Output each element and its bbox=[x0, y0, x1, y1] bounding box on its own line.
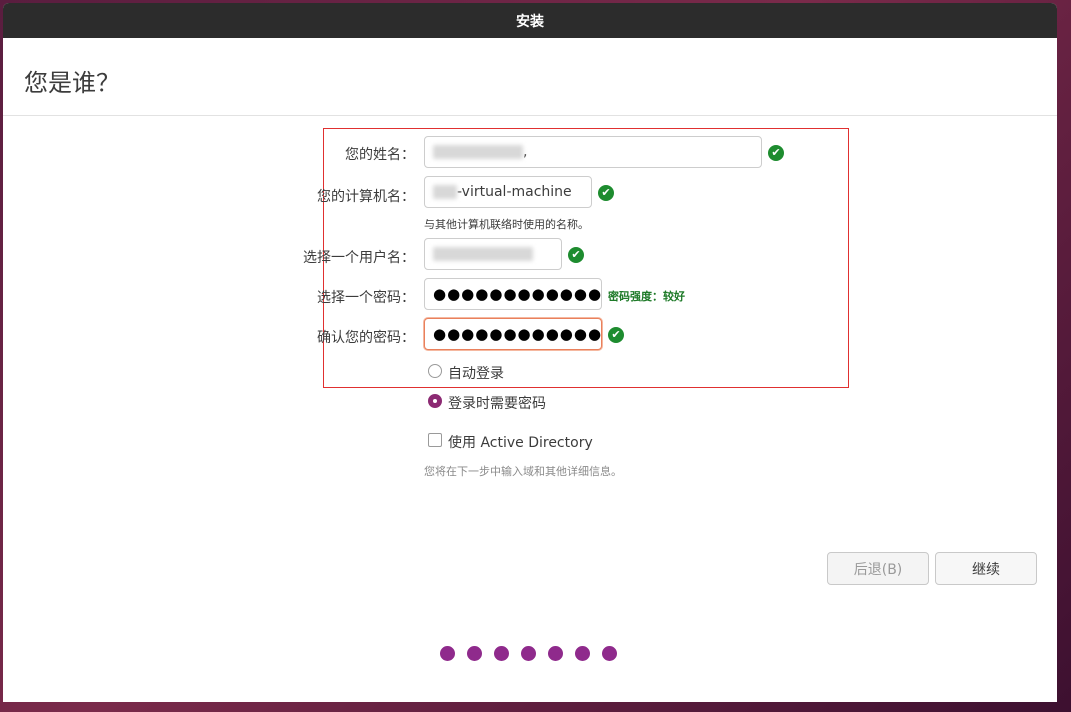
progress-dot bbox=[521, 646, 536, 661]
page-title: 您是谁？ bbox=[24, 69, 120, 97]
window-title: 安装 bbox=[516, 13, 544, 30]
active-directory-label[interactable]: 使用 Active Directory bbox=[448, 432, 593, 452]
check-circle-icon: ✔ bbox=[568, 247, 584, 263]
password-strength: 密码强度：较好 bbox=[608, 290, 685, 303]
auto-login-radio[interactable] bbox=[428, 364, 442, 378]
active-directory-hint: 您将在下一步中输入域和其他详细信息。 bbox=[424, 465, 622, 478]
check-circle-icon: ✔ bbox=[768, 145, 784, 161]
computer-name-value-suffix: -virtual-machine bbox=[457, 184, 572, 200]
username-label: 选择一个用户名： bbox=[303, 250, 415, 266]
password-label: 选择一个密码： bbox=[317, 290, 415, 306]
installer-window: 安装 您是谁？ 您的姓名： , ✔ 您的计算机名： -virtual-machi… bbox=[3, 3, 1057, 702]
require-password-label[interactable]: 登录时需要密码 bbox=[448, 393, 546, 413]
confirm-password-label: 确认您的密码： bbox=[317, 330, 415, 346]
confirm-password-field[interactable]: ●●●●●●●●●●●● bbox=[424, 318, 602, 350]
name-value-suffix: , bbox=[523, 144, 528, 160]
check-circle-icon: ✔ bbox=[598, 185, 614, 201]
computer-name-label: 您的计算机名： bbox=[317, 189, 415, 205]
require-password-radio[interactable] bbox=[428, 394, 442, 408]
progress-dot bbox=[575, 646, 590, 661]
divider bbox=[3, 115, 1057, 116]
back-button[interactable]: 后退(B) bbox=[827, 552, 929, 585]
name-label: 您的姓名： bbox=[345, 147, 415, 163]
password-field[interactable]: ●●●●●●●●●●●● bbox=[424, 278, 602, 310]
redacted-text bbox=[433, 145, 523, 159]
titlebar: 安装 bbox=[3, 3, 1057, 38]
progress-dot bbox=[602, 646, 617, 661]
username-field[interactable] bbox=[424, 238, 562, 270]
password-dots: ●●●●●●●●●●●● bbox=[433, 285, 603, 303]
name-field[interactable]: , bbox=[424, 136, 762, 168]
progress-dot bbox=[467, 646, 482, 661]
progress-dot bbox=[548, 646, 563, 661]
auto-login-label[interactable]: 自动登录 bbox=[448, 363, 504, 383]
computer-name-field[interactable]: -virtual-machine bbox=[424, 176, 592, 208]
active-directory-checkbox[interactable] bbox=[428, 433, 442, 447]
computer-name-hint: 与其他计算机联络时使用的名称。 bbox=[424, 218, 589, 231]
confirm-password-dots: ●●●●●●●●●●●● bbox=[433, 325, 603, 343]
progress-dot bbox=[440, 646, 455, 661]
continue-button[interactable]: 继续 bbox=[935, 552, 1037, 585]
check-circle-icon: ✔ bbox=[608, 327, 624, 343]
progress-dot bbox=[494, 646, 509, 661]
redacted-text bbox=[433, 247, 533, 261]
redacted-text bbox=[433, 185, 457, 199]
